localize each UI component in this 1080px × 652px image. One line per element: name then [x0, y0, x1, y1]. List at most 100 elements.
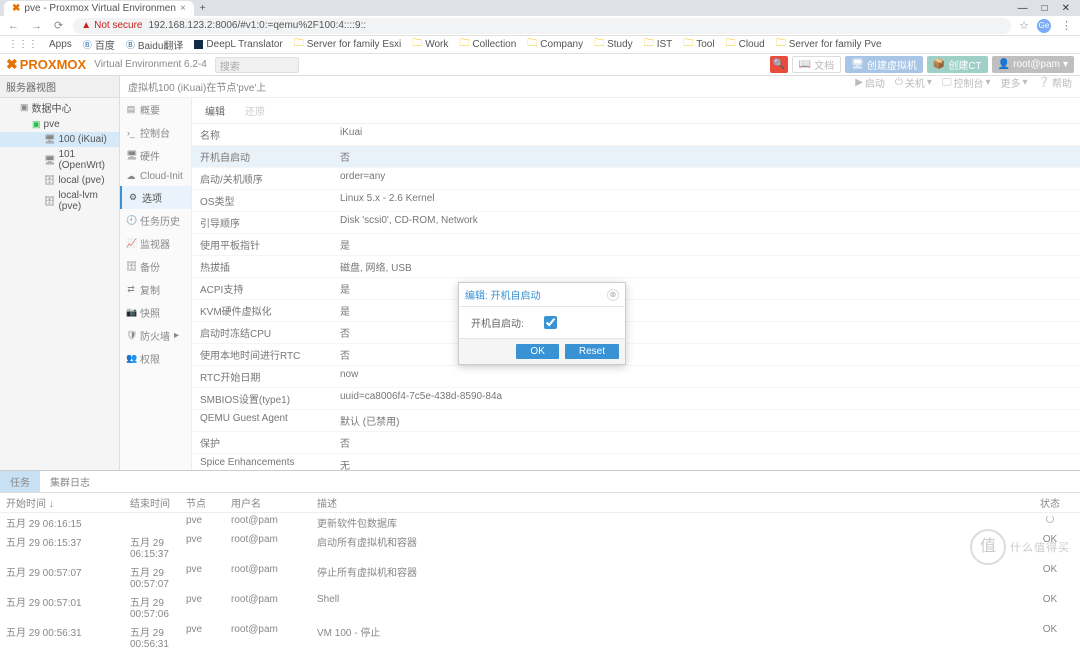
search-button[interactable]: 🔍: [770, 56, 788, 73]
search-input[interactable]: 搜索: [215, 57, 299, 73]
bookmark-item[interactable]: 🗀Study: [594, 36, 633, 53]
nav-backup[interactable]: 🗄备份: [120, 255, 191, 278]
option-row[interactable]: RTC开始日期now: [192, 366, 1080, 388]
create-ct-button[interactable]: 📦 创建CT: [927, 56, 988, 73]
option-row[interactable]: KVM硬件虚拟化是: [192, 300, 1080, 322]
tree-datacenter[interactable]: ▣数据中心: [0, 98, 119, 117]
bookmark-item[interactable]: 🗀Work: [412, 36, 448, 53]
option-row[interactable]: 保护否: [192, 432, 1080, 454]
bookmark-item[interactable]: 🗀Cloud: [726, 36, 765, 53]
col-end[interactable]: 结束时间: [130, 495, 186, 510]
option-value: 是: [340, 237, 350, 252]
nav-monitor[interactable]: 📈监视器: [120, 232, 191, 255]
browser-tab[interactable]: ✖ pve - Proxmox Virtual Environmen ×: [4, 1, 194, 16]
nav-back-icon[interactable]: ←: [6, 20, 21, 32]
option-row[interactable]: 热拔插磁盘, 网络, USB: [192, 256, 1080, 278]
dialog-close-icon[interactable]: ⊗: [607, 289, 619, 301]
col-start[interactable]: 开始时间 ↓: [0, 495, 130, 510]
col-desc[interactable]: 描述: [317, 495, 1020, 510]
nav-cloudinit[interactable]: ☁Cloud-Init: [120, 167, 191, 186]
option-row[interactable]: 开机自启动否: [192, 146, 1080, 168]
menu-icon[interactable]: ⋮: [1059, 19, 1074, 32]
option-value: 否: [340, 347, 350, 362]
bookmark-item[interactable]: DeepL Translator: [194, 39, 282, 50]
window-minimize-icon[interactable]: —: [1018, 3, 1028, 14]
favicon-icon: ✖: [12, 3, 20, 14]
bookmark-item[interactable]: Ⓑ百度: [83, 37, 115, 52]
nav-console[interactable]: ›_控制台: [120, 121, 191, 144]
option-key: 引导顺序: [200, 215, 340, 230]
start-button[interactable]: ▶ 启动: [855, 75, 885, 90]
bookmark-item[interactable]: 🗀Tool: [683, 36, 714, 53]
new-tab-button[interactable]: +: [194, 3, 212, 14]
option-row[interactable]: QEMU Guest Agent默认 (已禁用): [192, 410, 1080, 432]
nav-reload-icon[interactable]: ⟳: [52, 19, 65, 32]
bookmark-item[interactable]: Apps: [49, 39, 72, 50]
reset-button[interactable]: Reset: [565, 344, 619, 359]
option-row[interactable]: SMBIOS设置(type1)uuid=ca8006f4-7c5e-438d-8…: [192, 388, 1080, 410]
nav-forward-icon[interactable]: →: [29, 20, 44, 32]
bookmark-item[interactable]: ⒷBaidu翻译: [126, 37, 184, 52]
bookmark-item[interactable]: 🗀IST: [644, 36, 673, 53]
close-icon[interactable]: ×: [180, 3, 186, 14]
nav-snapshot[interactable]: 📷快照: [120, 301, 191, 324]
pve-version: Virtual Environment 6.2-4: [94, 59, 207, 70]
col-status[interactable]: 状态: [1020, 495, 1080, 510]
nav-summary[interactable]: ▤概要: [120, 98, 191, 121]
tree-vm-101[interactable]: 🖥101 (OpenWrt): [0, 147, 119, 173]
option-key: 使用平板指针: [200, 237, 340, 252]
option-row[interactable]: 启动/关机顺序order=any: [192, 168, 1080, 190]
bookmark-item[interactable]: 🗀Server for family Esxi: [294, 36, 401, 53]
window-close-icon[interactable]: ✕: [1062, 3, 1070, 14]
task-log-panel: 任务 集群日志 开始时间 ↓ 结束时间 节点 用户名 描述 状态 五月 29 0…: [0, 470, 1080, 583]
tab-cluster-log[interactable]: 集群日志: [40, 471, 100, 492]
nav-replication[interactable]: ⇄复制: [120, 278, 191, 301]
nav-firewall[interactable]: 🛡防火墙 ▸: [120, 324, 191, 347]
window-maximize-icon[interactable]: □: [1042, 3, 1048, 14]
option-key: RTC开始日期: [200, 369, 340, 384]
autostart-checkbox[interactable]: [544, 316, 557, 329]
profile-avatar[interactable]: Ge: [1037, 19, 1051, 33]
edit-button[interactable]: 编辑: [198, 101, 232, 120]
tree-node[interactable]: ▣pve: [0, 117, 119, 132]
option-value: 否: [340, 149, 350, 164]
log-row[interactable]: 五月 29 00:57:01五月 29 00:57:06pveroot@pamS…: [0, 592, 1080, 622]
bookmark-item[interactable]: 🗀Company: [527, 36, 583, 53]
tab-tasks[interactable]: 任务: [0, 471, 40, 492]
vm-subnav: ▤概要 ›_控制台 🖥硬件 ☁Cloud-Init ⚙选项 🕘任务历史 📈监视器…: [120, 98, 192, 498]
url-field[interactable]: ▲ Not secure 192.168.123.2:8006/#v1:0:=q…: [73, 18, 1011, 34]
user-menu[interactable]: 👤 root@pam ▾: [992, 56, 1074, 73]
create-vm-button[interactable]: 🖥 创建虚拟机: [845, 56, 923, 73]
shutdown-button[interactable]: ⏻ 关机 ▾: [895, 75, 932, 90]
log-row[interactable]: 五月 29 00:56:31五月 29 00:56:31pveroot@pamV…: [0, 622, 1080, 652]
tree-storage-local[interactable]: 🗄local (pve): [0, 173, 119, 188]
tree-storage-local-lvm[interactable]: 🗄local-lvm (pve): [0, 188, 119, 214]
option-row[interactable]: 引导顺序Disk 'scsi0', CD-ROM, Network: [192, 212, 1080, 234]
more-button[interactable]: 更多 ▾: [1001, 75, 1028, 90]
console-button[interactable]: 🖵 控制台 ▾: [942, 75, 991, 90]
option-value: Linux 5.x - 2.6 Kernel: [340, 193, 435, 208]
nav-task-history[interactable]: 🕘任务历史: [120, 209, 191, 232]
help-button[interactable]: ❔ 帮助: [1038, 75, 1072, 90]
col-user[interactable]: 用户名: [231, 495, 317, 510]
option-row[interactable]: 名称iKuai: [192, 124, 1080, 146]
apps-icon[interactable]: ⋮⋮⋮: [8, 39, 38, 50]
option-row[interactable]: ACPI支持是: [192, 278, 1080, 300]
option-row[interactable]: 启动时冻结CPU否: [192, 322, 1080, 344]
nav-options[interactable]: ⚙选项: [120, 186, 191, 209]
log-row[interactable]: 五月 29 00:57:07五月 29 00:57:07pveroot@pam停…: [0, 562, 1080, 592]
bookmark-item[interactable]: 🗀Collection: [459, 36, 516, 53]
nav-permissions[interactable]: 👥权限: [120, 347, 191, 370]
tree-vm-100[interactable]: 🖥100 (iKuai): [0, 132, 119, 147]
bookmark-star-icon[interactable]: ☆: [1019, 19, 1029, 32]
log-row[interactable]: 五月 29 06:15:37五月 29 06:15:37pveroot@pam启…: [0, 532, 1080, 562]
option-row[interactable]: 使用平板指针是: [192, 234, 1080, 256]
docs-button[interactable]: 📖 文档: [792, 56, 841, 73]
nav-hardware[interactable]: 🖥硬件: [120, 144, 191, 167]
option-row[interactable]: OS类型Linux 5.x - 2.6 Kernel: [192, 190, 1080, 212]
option-row[interactable]: 使用本地时间进行RTC否: [192, 344, 1080, 366]
ok-button[interactable]: OK: [516, 344, 558, 359]
log-row[interactable]: 五月 29 06:16:15pveroot@pam更新软件包数据库: [0, 513, 1080, 532]
col-node[interactable]: 节点: [186, 495, 231, 510]
bookmark-item[interactable]: 🗀Server for family Pve: [776, 36, 882, 53]
